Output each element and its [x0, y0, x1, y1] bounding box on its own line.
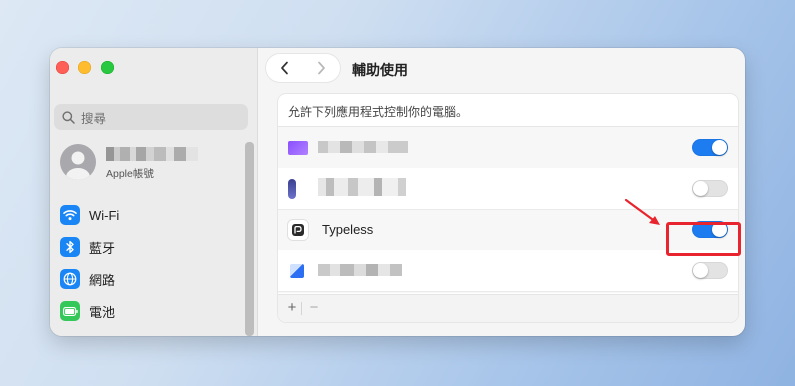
- minimize-window-button[interactable]: [78, 61, 91, 74]
- sidebar-item-wifi[interactable]: Wi-Fi: [60, 204, 230, 226]
- maximize-window-button[interactable]: [101, 61, 114, 74]
- app-name-redacted: [318, 141, 408, 153]
- app-icon-redacted: [288, 141, 308, 155]
- app-list: Typeless: [278, 126, 738, 293]
- app-icon-redacted: [290, 264, 304, 278]
- chevron-left-icon: [281, 61, 288, 75]
- account-name-redacted: [106, 147, 198, 161]
- page-title: 輔助使用: [352, 62, 408, 78]
- sidebar: 搜尋 Apple帳號 Wi-Fi 藍牙 網路 電池: [50, 48, 258, 336]
- close-window-button[interactable]: [56, 61, 69, 74]
- search-icon: [62, 110, 75, 124]
- sidebar-scrollbar[interactable]: [245, 142, 254, 336]
- chevron-right-icon: [318, 61, 325, 75]
- list-footer: + −: [278, 294, 738, 322]
- remove-app-button[interactable]: −: [305, 299, 323, 317]
- settings-window: 搜尋 Apple帳號 Wi-Fi 藍牙 網路 電池 輔助使用 允許下列應用程式控…: [50, 48, 745, 336]
- sidebar-item-label: 藍牙: [89, 240, 116, 256]
- sidebar-item-network[interactable]: 網路: [60, 268, 230, 290]
- back-button[interactable]: [266, 54, 303, 82]
- panel-heading: 允許下列應用程式控制你的電腦。: [288, 105, 469, 119]
- forward-button[interactable]: [303, 54, 340, 82]
- search-input[interactable]: 搜尋: [54, 104, 248, 130]
- app-name: Typeless: [322, 222, 374, 237]
- app-name-redacted: [318, 178, 406, 196]
- sidebar-item-battery[interactable]: 電池: [60, 300, 230, 322]
- apple-account[interactable]: Apple帳號: [60, 144, 240, 184]
- add-app-button[interactable]: +: [283, 299, 301, 317]
- search-placeholder: 搜尋: [81, 111, 107, 126]
- sidebar-item-bluetooth[interactable]: 藍牙: [60, 236, 230, 258]
- sidebar-item-label: Wi-Fi: [89, 207, 120, 223]
- navigation-buttons: [266, 54, 340, 82]
- sidebar-item-label: 網路: [89, 272, 116, 288]
- globe-icon: [60, 269, 80, 289]
- app-toggle[interactable]: [692, 139, 728, 156]
- list-item[interactable]: [278, 127, 738, 169]
- bluetooth-icon: [60, 237, 80, 257]
- sidebar-item-label: 電池: [89, 304, 116, 320]
- highlight-box: [666, 222, 741, 256]
- app-toggle[interactable]: [692, 262, 728, 279]
- red-arrow-annotation: [624, 198, 660, 225]
- battery-icon: [60, 301, 80, 321]
- app-toggle[interactable]: [692, 180, 728, 197]
- footer-divider: [301, 302, 302, 315]
- list-item[interactable]: [278, 250, 738, 292]
- typeless-app-icon: [288, 220, 308, 240]
- account-subtitle: Apple帳號: [106, 168, 154, 180]
- wifi-icon: [60, 205, 80, 225]
- accessibility-panel: 允許下列應用程式控制你的電腦。 Typeless + −: [278, 94, 738, 322]
- app-name-redacted: [318, 264, 402, 276]
- avatar: [60, 144, 96, 180]
- list-item[interactable]: [278, 168, 738, 210]
- app-icon-redacted: [288, 179, 296, 199]
